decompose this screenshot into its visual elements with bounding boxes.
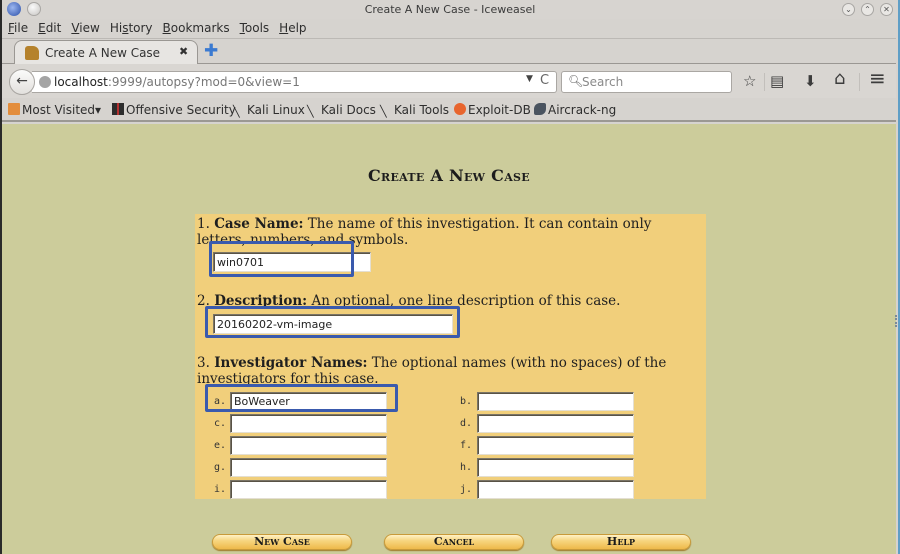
case-name-input[interactable] — [213, 252, 371, 272]
new-tab-icon[interactable]: ✚ — [204, 43, 218, 60]
menu-bar: File Edit View History Bookmarks Tools Help — [2, 19, 898, 37]
url-history-dropdown-icon[interactable]: ▼ — [526, 74, 533, 84]
aircrack-icon — [534, 103, 546, 115]
navigation-toolbar: localhost:9999/autopsy?mod=0&view=1 ▼ C … — [2, 64, 896, 98]
investigator-label: i. — [214, 484, 227, 495]
browser-window: Create A New Case - Iceweasel ⌄ ⌃ ✕ File… — [0, 0, 900, 554]
investigator-input[interactable] — [477, 458, 634, 477]
url-bar[interactable]: localhost:9999/autopsy?mod=0&view=1 ▼ C — [32, 71, 557, 93]
tab-strip: Create A New Case ✖ ✚ — [2, 38, 896, 65]
close-window-button[interactable]: ✕ — [880, 3, 893, 16]
back-button[interactable]: ← — [9, 69, 35, 95]
bookmark-star-icon[interactable]: ☆ — [743, 72, 756, 90]
bookmark-kali-docs[interactable]: ╲ Kali Docs — [307, 103, 376, 118]
page-title: Create A New Case — [368, 166, 530, 185]
title-bar: Create A New Case - Iceweasel ⌄ ⌃ ✕ — [2, 0, 898, 19]
investigator-input[interactable] — [230, 480, 387, 499]
menu-bookmarks[interactable]: Bookmarks — [163, 19, 230, 37]
folder-icon — [8, 103, 20, 115]
close-tab-icon[interactable]: ✖ — [179, 45, 188, 58]
home-icon[interactable]: ⌂ — [834, 70, 845, 88]
create-case-form: 1. Case Name: The name of this investiga… — [195, 214, 706, 499]
toolbar-separator — [764, 73, 765, 91]
bookmark-offensive-security[interactable]: Offensive Security — [112, 103, 236, 117]
investigator-label: j. — [460, 484, 473, 495]
kali-dragon-icon: ╲ — [233, 105, 240, 118]
search-icon: 🔍︎ — [568, 74, 584, 88]
window-title: Create A New Case - Iceweasel — [364, 3, 536, 16]
menu-help[interactable]: Help — [279, 19, 306, 37]
kali-dragon-icon: ╲ — [380, 105, 387, 118]
investigator-label: e. — [214, 440, 227, 451]
download-icon[interactable]: ⬇ — [804, 72, 817, 90]
autopsy-favicon-icon — [25, 46, 39, 60]
search-input[interactable] — [582, 74, 722, 90]
menu-tools[interactable]: Tools — [240, 19, 270, 37]
url-text[interactable]: localhost:9999/autopsy?mod=0&view=1 — [54, 75, 300, 89]
menu-view[interactable]: View — [71, 19, 99, 37]
reading-list-icon[interactable]: ▤ — [770, 72, 784, 90]
investigator-label: f. — [460, 440, 473, 451]
investigator-input[interactable] — [477, 392, 634, 411]
back-arrow-icon: ← — [16, 73, 28, 89]
maximize-button[interactable]: ⌃ — [861, 3, 874, 16]
investigator-input[interactable] — [477, 436, 634, 455]
case-name-label: 1. Case Name: The name of this investiga… — [197, 216, 652, 248]
site-identity-globe-icon[interactable] — [39, 76, 51, 88]
investigator-label: b. — [460, 396, 473, 407]
investigator-input[interactable] — [230, 414, 387, 433]
reload-icon[interactable]: C — [540, 73, 549, 88]
window-resize-handle[interactable] — [895, 315, 897, 327]
cancel-button[interactable]: Cancel — [384, 534, 524, 550]
tab-create-new-case[interactable]: Create A New Case ✖ — [14, 40, 198, 65]
bookmark-kali-tools[interactable]: ╲ Kali Tools — [380, 103, 449, 118]
investigator-input[interactable] — [230, 458, 387, 477]
tab-title: Create A New Case — [45, 46, 161, 60]
description-label: 2. Description: An optional, one line de… — [197, 293, 621, 309]
menu-edit[interactable]: Edit — [38, 19, 61, 37]
minimize-button[interactable]: ⌄ — [842, 3, 855, 16]
toolbar-separator — [859, 73, 860, 91]
investigator-label: g. — [214, 462, 227, 473]
investigator-names-label: 3. Investigator Names: The optional name… — [197, 355, 667, 387]
bookmark-exploit-db[interactable]: Exploit-DB — [454, 103, 531, 117]
url-host: localhost — [54, 75, 108, 89]
bookmark-most-visited[interactable]: Most Visited▾ — [8, 103, 101, 117]
new-case-button[interactable]: New Case — [212, 534, 352, 550]
investigator-input[interactable] — [477, 414, 634, 433]
investigator-label: d. — [460, 418, 473, 429]
investigator-label: c. — [214, 418, 227, 429]
bookmark-kali-linux[interactable]: ╲ Kali Linux — [233, 103, 305, 118]
hamburger-menu-icon[interactable]: ≡ — [869, 68, 886, 88]
investigator-input[interactable] — [477, 480, 634, 499]
dropdown-arrow-icon: ▾ — [95, 103, 102, 117]
menu-history[interactable]: History — [110, 19, 153, 37]
url-path: :9999/autopsy?mod=0&view=1 — [107, 75, 300, 89]
search-bar[interactable]: 🔍︎ — [561, 71, 732, 93]
investigator-input[interactable] — [230, 436, 387, 455]
investigator-input[interactable] — [230, 392, 387, 411]
description-input[interactable] — [213, 314, 453, 334]
menu-file[interactable]: File — [8, 19, 28, 37]
exploit-db-icon — [454, 103, 466, 115]
bookmarks-toolbar: Most Visited▾ Offensive Security ╲ Kali L… — [2, 100, 896, 122]
kali-dragon-icon: ╲ — [307, 105, 314, 118]
investigator-label: a. — [214, 396, 227, 407]
offsec-icon — [112, 103, 124, 115]
page-content: Create A New Case 1. Case Name: The name… — [2, 124, 896, 554]
bookmark-aircrack-ng[interactable]: Aircrack-ng — [534, 103, 616, 117]
help-button[interactable]: Help — [551, 534, 691, 550]
investigator-label: h. — [460, 462, 473, 473]
